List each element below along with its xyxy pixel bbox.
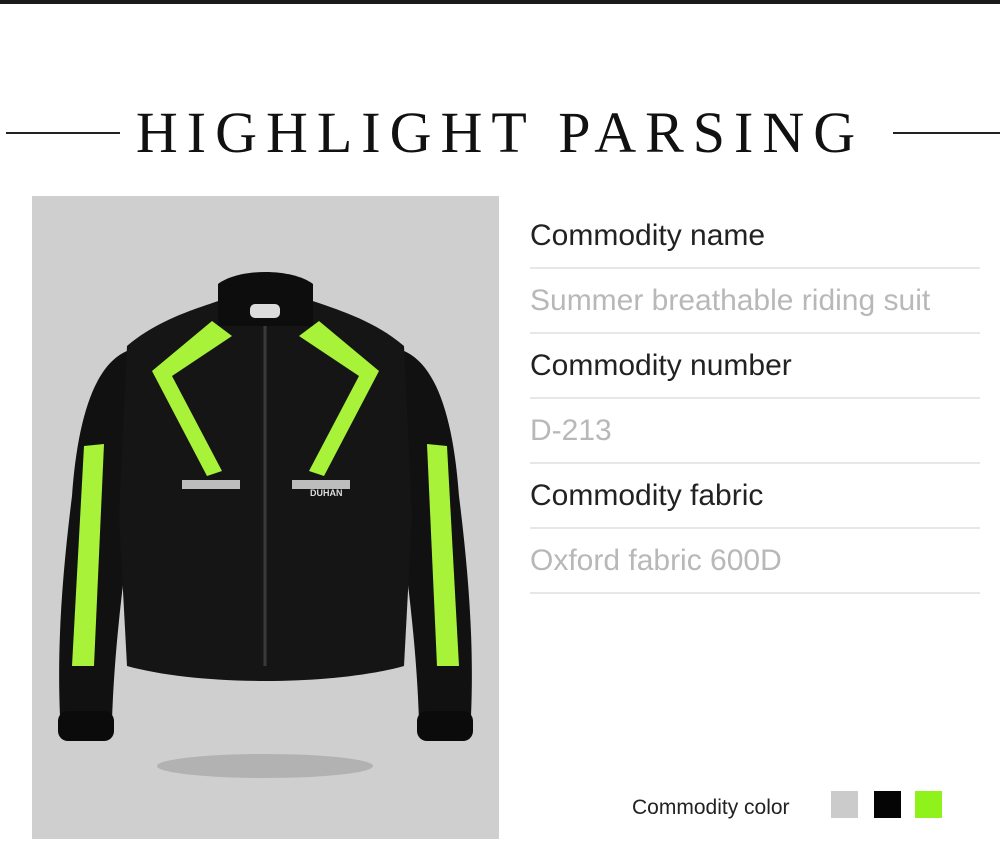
color-options: Commodity color (632, 788, 992, 820)
top-border (0, 0, 1000, 4)
jacket-shadow (157, 754, 373, 778)
collar-clip (250, 304, 280, 318)
product-photo: DUHAN (32, 196, 499, 839)
spec-list: Commodity name Summer breathable riding … (530, 204, 980, 594)
spec-label-name: Commodity name (530, 204, 980, 269)
color-swatch-green[interactable] (915, 791, 942, 818)
brand-logo: DUHAN (310, 488, 343, 498)
spec-value-fabric: Oxford fabric 600D (530, 529, 980, 594)
spec-value-name: Summer breathable riding suit (530, 269, 980, 334)
heading-rule-right (893, 132, 1000, 134)
color-swatch-gray[interactable] (831, 791, 858, 818)
color-label: Commodity color (632, 796, 790, 819)
section-title: HIGHLIGHT PARSING (135, 100, 865, 165)
left-cuff (58, 711, 114, 741)
section-heading: HIGHLIGHT PARSING (0, 100, 1000, 170)
motorcycle-jacket-illustration: DUHAN (58, 272, 473, 778)
heading-rule-left (6, 132, 120, 134)
color-swatch-black[interactable] (874, 791, 901, 818)
left-reflective-strip (182, 480, 240, 489)
spec-value-number: D-213 (530, 399, 980, 464)
right-cuff (417, 711, 473, 741)
spec-label-fabric: Commodity fabric (530, 464, 980, 529)
spec-label-number: Commodity number (530, 334, 980, 399)
